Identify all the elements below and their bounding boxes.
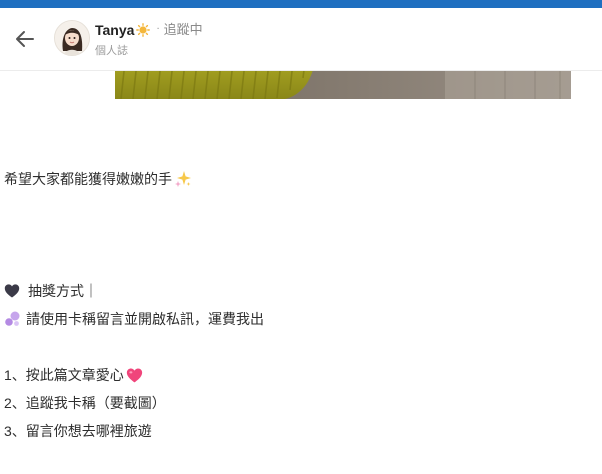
- post-text-line: 希望大家都能獲得嫩嫩的手: [4, 169, 192, 189]
- purple-bubbles-icon: [5, 311, 20, 326]
- intro-text: 希望大家都能獲得嫩嫩的手: [4, 171, 172, 187]
- follow-status-button[interactable]: 追蹤中: [164, 21, 203, 39]
- black-heart-icon: [4, 284, 20, 298]
- back-button[interactable]: [12, 26, 38, 52]
- pink-heart-icon: [126, 367, 142, 382]
- arrow-left-icon: [16, 31, 34, 47]
- section-title: 抽獎方式｜: [28, 283, 98, 299]
- username[interactable]: Tanya: [95, 21, 134, 39]
- separator-dot: ·: [156, 24, 160, 35]
- step-1-text: 1、按此篇文章愛心: [4, 367, 124, 383]
- board-name[interactable]: 個人誌: [95, 42, 128, 58]
- step-2-text: 2、追蹤我卡稱（要截圖）: [4, 395, 166, 411]
- avatar-illustration: [55, 21, 89, 55]
- step-1-line: 1、按此篇文章愛心: [4, 365, 143, 385]
- browser-top-bar: [0, 0, 602, 8]
- step-3-text: 3、留言你想去哪裡旅遊: [4, 423, 152, 439]
- instruction-line: 請使用卡稱留言並開啟私訊，運費我出: [4, 309, 264, 329]
- sparkles-icon: [175, 171, 191, 187]
- sun-badge-icon: [136, 23, 151, 37]
- step-3-line: 3、留言你想去哪裡旅遊: [4, 421, 152, 441]
- post-header: Tanya · 追蹤中 個人誌: [0, 8, 602, 71]
- instruction-text: 請使用卡稱留言並開啟私訊，運費我出: [26, 311, 264, 327]
- step-2-line: 2、追蹤我卡稱（要截圖）: [4, 393, 166, 413]
- section-title-line: 抽獎方式｜: [4, 281, 98, 301]
- avatar[interactable]: [54, 20, 90, 56]
